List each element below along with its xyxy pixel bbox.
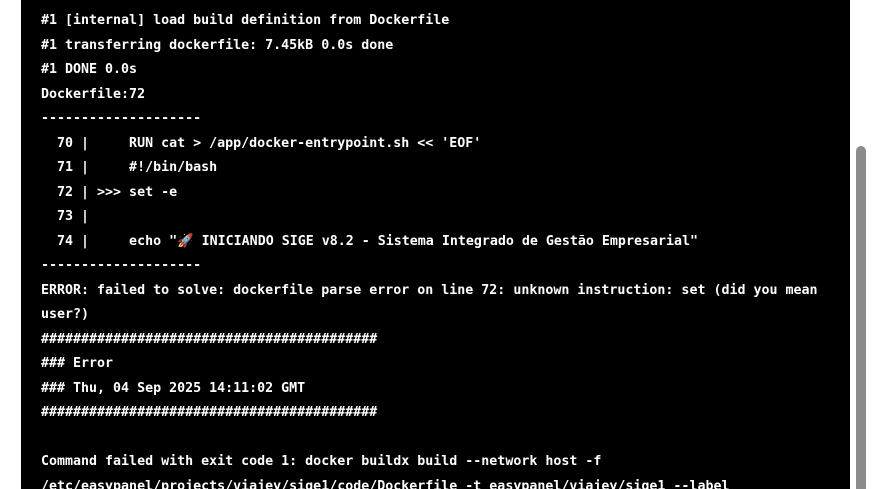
log-line: 71 | #!/bin/bash (41, 160, 218, 175)
log-line: #1 transferring dockerfile: 7.45kB 0.0s … (41, 37, 394, 53)
log-line: 73 | (41, 209, 90, 224)
log-line: Dockerfile:72 (41, 86, 146, 102)
scrollbar-thumb[interactable] (856, 146, 866, 489)
build-log-output: #1 [internal] load build definition from… (41, 9, 830, 489)
log-line (41, 426, 830, 451)
page: #1 [internal] load build definition from… (0, 0, 872, 489)
log-line: ########################################… (41, 405, 378, 420)
log-line: 72 | >>> set -e (41, 184, 178, 200)
failed-command: Command failed with exit code 1: docker … (41, 454, 730, 489)
log-line: ### Thu, 04 Sep 2025 14:11:02 GMT (41, 380, 306, 396)
log-line: 70 | RUN cat > /app/docker-entrypoint.sh… (41, 135, 482, 151)
log-line: ### Error (41, 356, 114, 371)
build-log-terminal[interactable]: #1 [internal] load build definition from… (21, 0, 850, 489)
log-line: ########################################… (41, 331, 378, 347)
error-message: ERROR: failed to solve: dockerfile parse… (41, 282, 818, 323)
vertical-scrollbar[interactable] (850, 0, 872, 489)
log-line: #1 DONE 0.0s (41, 62, 138, 77)
log-line: -------------------- (41, 111, 202, 126)
log-line: -------------------- (41, 258, 202, 273)
log-line: #1 [internal] load build definition from… (41, 13, 450, 28)
log-line: 74 | echo "🚀 INICIANDO SIGE v8.2 - Siste… (41, 233, 698, 249)
